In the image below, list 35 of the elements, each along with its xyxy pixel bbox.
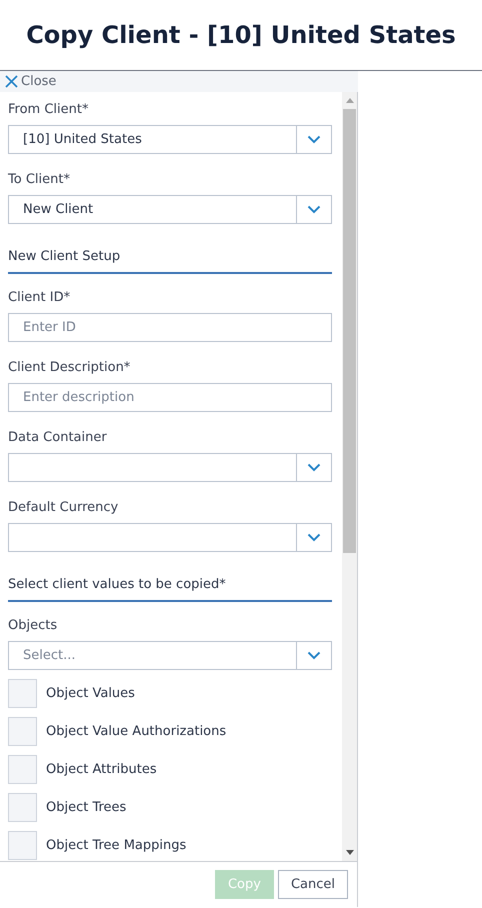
section-heading: New Client Setup: [8, 232, 332, 274]
checkbox[interactable]: [8, 679, 37, 708]
dropdown[interactable]: New Client: [8, 195, 332, 224]
cancel-button[interactable]: Cancel: [278, 870, 348, 899]
scrollbar[interactable]: [342, 92, 357, 861]
field-label: Objects: [8, 618, 58, 634]
checkbox-label: Object Value Authorizations: [46, 724, 226, 739]
chevron-down-icon: [307, 205, 321, 214]
field-label: To Client*: [8, 172, 71, 188]
checkbox-label: Object Tree Mappings: [46, 838, 186, 853]
dropdown[interactable]: [8, 523, 332, 552]
checkbox[interactable]: [8, 831, 37, 860]
chevron-down-icon: [307, 533, 321, 542]
field-label: Client Description*: [8, 360, 132, 376]
input-field[interactable]: Enter ID: [8, 313, 332, 342]
checkbox-label: Object Attributes: [46, 762, 157, 777]
input-field[interactable]: Enter description: [8, 383, 332, 412]
field-label: From Client*: [8, 102, 90, 118]
checkbox[interactable]: [8, 755, 37, 784]
checkbox[interactable]: [8, 793, 37, 822]
chevron-down-icon: [307, 463, 321, 472]
field-label: Default Currency: [8, 500, 120, 516]
dropdown[interactable]: [8, 453, 332, 482]
field-label: Data Container: [8, 430, 108, 446]
checkbox-label: Object Values: [46, 686, 135, 701]
checkbox-label: Object Trees: [46, 800, 126, 815]
checkbox[interactable]: [8, 717, 37, 746]
close-icon: [5, 75, 18, 88]
dropdown[interactable]: [10] United States: [8, 125, 332, 154]
field-label: Client ID*: [8, 290, 72, 306]
dropdown[interactable]: Select...: [8, 641, 332, 670]
chevron-down-icon: [307, 651, 321, 660]
chevron-down-icon: [307, 135, 321, 144]
section-heading: Select client values to be copied*: [8, 560, 332, 602]
close-button[interactable]: Close: [0, 74, 56, 89]
